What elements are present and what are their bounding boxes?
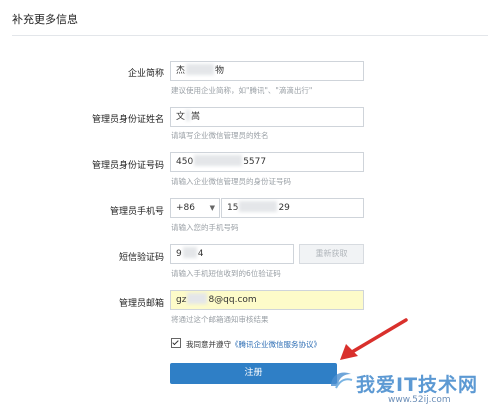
agreement-checkbox[interactable] (171, 338, 181, 348)
registration-form: 补充更多信息 企业简称 杰物 建议使用企业简称，如"腾讯"、"滴滴出行" 管理员… (0, 0, 500, 417)
redaction-blur (182, 247, 197, 258)
chevron-down-icon: ▼ (209, 204, 215, 212)
admin-phone-hint: 请输入您的手机号码 (171, 223, 239, 232)
agreement-text: 我同意并遵守 (186, 340, 231, 349)
admin-id-value-suffix: 5577 (243, 157, 267, 167)
sms-code-value-prefix: 9 (176, 249, 182, 259)
admin-name-input[interactable]: 文嵩 (170, 107, 364, 127)
annotation-arrow-icon (340, 318, 408, 360)
admin-name-value-prefix: 文 (176, 112, 186, 122)
company-name-hint: 建议使用企业简称，如"腾讯"、"滴滴出行" (171, 86, 313, 95)
admin-email-input[interactable]: gz 8@qq.com (170, 290, 364, 310)
admin-email-hint: 将通过这个邮箱通知审核结果 (171, 315, 269, 324)
admin-name-label: 管理员身份证姓名 (91, 115, 164, 125)
country-code-value: +86 (176, 203, 195, 213)
sms-code-hint: 请输入手机短信收到的6位验证码 (171, 269, 281, 278)
divider (12, 35, 488, 36)
admin-email-label: 管理员邮箱 (118, 299, 164, 309)
watermark-text: 我爱IT技术网 (356, 374, 479, 396)
admin-name-value-suffix: 嵩 (191, 112, 201, 122)
company-name-value-suffix: 物 (215, 66, 225, 76)
redaction-blur (194, 155, 243, 166)
watermark-logo-icon (331, 372, 353, 389)
admin-id-value-prefix: 450 (176, 157, 194, 167)
redaction-blur (186, 110, 191, 121)
admin-phone-value-prefix: 15 (227, 203, 239, 213)
admin-id-input[interactable]: 450 5577 (170, 152, 364, 172)
resend-code-button[interactable]: 重新获取 (299, 244, 364, 264)
admin-email-value-prefix: gz (176, 295, 187, 305)
admin-id-hint: 请输入企业微信管理员的身份证号码 (171, 177, 291, 186)
country-code-select[interactable]: +86 ▼ (170, 198, 220, 218)
sms-code-input[interactable]: 94 (170, 244, 294, 264)
sms-code-value-suffix: 4 (197, 249, 204, 259)
watermark: 我爱IT技术网 www.52ij.com (328, 364, 498, 417)
admin-email-value-suffix: 8@qq.com (208, 295, 257, 305)
agreement-link[interactable]: 《腾讯企业微信服务协议》 (231, 340, 321, 349)
admin-phone-input[interactable]: 15 29 (221, 198, 364, 218)
company-name-label: 企业简称 (127, 69, 164, 79)
admin-phone-label: 管理员手机号 (109, 207, 164, 217)
admin-name-hint: 请填写企业微信管理员的姓名 (171, 131, 269, 140)
redaction-blur (187, 293, 208, 304)
redaction-blur (239, 201, 278, 212)
redaction-blur (186, 64, 215, 75)
admin-phone-value-suffix: 29 (278, 203, 290, 213)
company-name-value-prefix: 杰 (176, 66, 186, 76)
section-title: 补充更多信息 (12, 13, 78, 26)
admin-id-label: 管理员身份证号码 (91, 161, 164, 171)
agreement-row: 我同意并遵守《腾讯企业微信服务协议》 (171, 338, 321, 350)
register-button[interactable]: 注册 (170, 363, 337, 384)
watermark-url: www.52ij.com (388, 395, 451, 405)
sms-code-label: 短信验证码 (118, 253, 164, 263)
company-name-input[interactable]: 杰物 (170, 61, 364, 81)
